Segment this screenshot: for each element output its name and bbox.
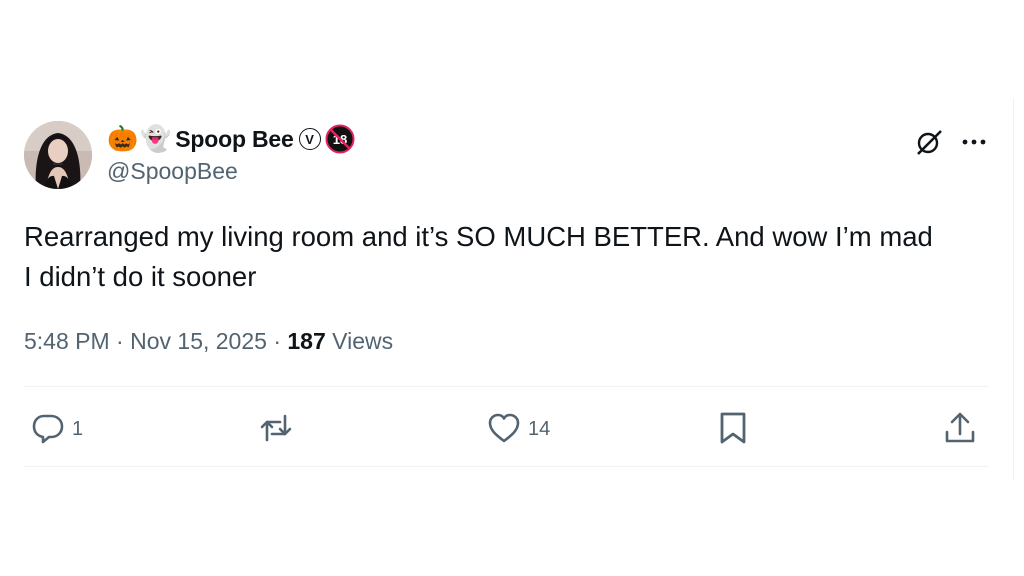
like-count: 14 [528,417,551,440]
grok-icon[interactable] [914,127,944,157]
meta-separator: · [109,328,131,354]
bookmark-button[interactable] [715,410,751,446]
avatar[interactable] [24,121,92,189]
adult-content-badge-icon: 18 [325,124,355,154]
reply-icon [32,414,64,444]
tweet-meta: 5:48 PM · Nov 15, 2025 · 187 Views [24,328,393,355]
display-name[interactable]: Spoop Bee [175,126,294,153]
author-handle[interactable]: @SpoopBee [107,158,355,185]
tweet-header: 🎃 👻 Spoop Bee V 18 @SpoopBee [24,121,988,191]
pumpkin-emoji: 🎃 [107,124,139,153]
vegan-badge-icon: V [298,128,321,150]
views-label: Views [325,328,394,354]
retweet-icon [260,414,292,442]
tweet-time[interactable]: 5:48 PM [24,328,110,355]
ghost-emoji: 👻 [140,124,172,153]
share-icon [945,412,975,443]
retweet-button[interactable] [258,410,300,446]
reply-button[interactable]: 1 [30,410,83,446]
tweet: 🎃 👻 Spoop Bee V 18 @SpoopBee [24,121,988,467]
bookmark-icon [720,412,746,444]
tweet-text-line: I didn’t do it sooner [24,261,257,292]
header-actions [914,127,988,157]
column-border [1013,98,1014,480]
like-button[interactable]: 14 [486,410,550,446]
author-names: 🎃 👻 Spoop Bee V 18 @SpoopBee [107,123,355,185]
divider-bottom [24,466,988,467]
tweet-date[interactable]: Nov 15, 2025 [130,328,267,355]
tweet-page: 🎃 👻 Spoop Bee V 18 @SpoopBee [0,0,1024,576]
name-row[interactable]: 🎃 👻 Spoop Bee V 18 [107,123,355,155]
more-icon[interactable] [960,128,988,156]
reply-count: 1 [72,417,84,440]
tweet-actions: 1 14 [24,386,988,466]
views-count: 187 [287,328,326,354]
meta-separator: · [266,328,288,354]
tweet-text: Rearranged my living room and it’s SO MU… [24,217,988,297]
heart-icon [488,413,520,443]
share-button[interactable] [942,410,978,446]
tweet-text-line: Rearranged my living room and it’s SO MU… [24,221,933,252]
